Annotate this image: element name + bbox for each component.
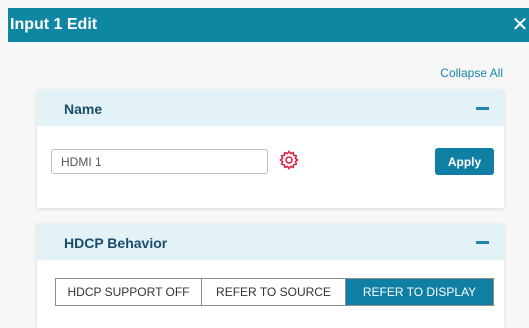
hdcp-option-support-off[interactable]: HDCP SUPPORT OFF — [56, 279, 202, 305]
name-input[interactable] — [51, 149, 268, 174]
apply-button[interactable]: Apply — [435, 148, 494, 175]
hdcp-panel-title: HDCP Behavior — [64, 235, 168, 251]
hdcp-option-refer-to-display[interactable]: REFER TO DISPLAY — [346, 279, 493, 305]
minus-icon[interactable] — [476, 107, 489, 110]
close-icon[interactable]: ✕ — [511, 13, 529, 35]
dialog-titlebar: Input 1 Edit ✕ — [8, 8, 529, 42]
collapse-all-link[interactable]: Collapse All — [440, 66, 503, 80]
minus-icon[interactable] — [476, 241, 489, 244]
hdcp-options-group: HDCP SUPPORT OFF REFER TO SOURCE REFER T… — [55, 278, 494, 306]
name-panel: Name Apply — [37, 90, 504, 208]
hdcp-option-refer-to-source[interactable]: REFER TO SOURCE — [202, 279, 346, 305]
name-panel-header[interactable]: Name — [37, 90, 504, 126]
dialog-title: Input 1 Edit — [10, 16, 98, 33]
gear-icon[interactable] — [279, 150, 299, 170]
name-panel-title: Name — [64, 101, 103, 117]
hdcp-panel: HDCP Behavior HDCP SUPPORT OFF REFER TO … — [37, 224, 504, 328]
hdcp-panel-header[interactable]: HDCP Behavior — [37, 224, 504, 260]
input-edit-dialog: Input 1 Edit ✕ Collapse All Name Apply H… — [0, 0, 529, 328]
